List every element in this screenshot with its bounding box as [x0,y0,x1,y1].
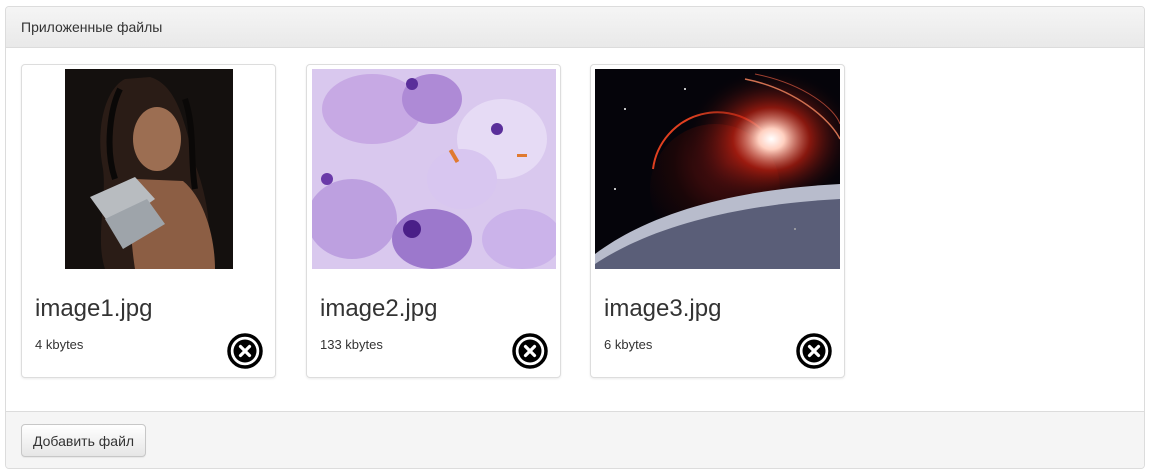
panel-title: Приложенные файлы [6,7,1144,48]
close-circle-icon[interactable] [512,333,548,369]
close-circle-icon[interactable] [796,333,832,369]
file-size: 4 kbytes [35,337,84,352]
files-list: image1.jpg 4 kbytes image2.jpg 133 kbyte… [6,48,1144,412]
file-size: 6 kbytes [604,337,653,352]
file-preview-image[interactable] [595,69,840,269]
close-circle-icon[interactable] [227,333,263,369]
file-thumbnail: image3.jpg 6 kbytes [590,64,845,378]
file-preview-image[interactable] [311,69,556,269]
attached-files-panel: Приложенные файлы image1.jpg 4 kbytes im… [5,6,1145,469]
add-file-button[interactable]: Добавить файл [21,424,147,457]
file-thumbnail: image2.jpg 133 kbytes [306,64,561,378]
panel-footer: Добавить файл [6,411,1144,468]
file-name: image1.jpg [35,295,153,322]
file-preview-image[interactable] [64,69,233,269]
file-size: 133 kbytes [320,337,383,352]
file-thumbnail: image1.jpg 4 kbytes [21,64,276,378]
file-name: image2.jpg [320,295,438,322]
file-name: image3.jpg [604,295,722,322]
